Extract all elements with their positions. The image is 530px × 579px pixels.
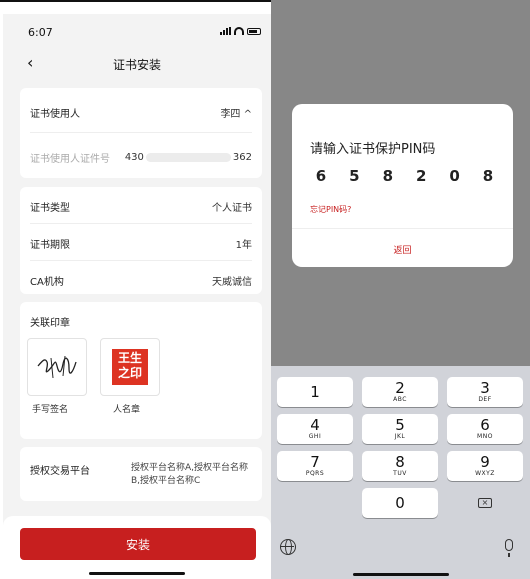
auth-value: 授权平台名称A,授权平台名称B,授权平台名称C bbox=[131, 463, 249, 486]
key-5[interactable]: 5 JKL bbox=[362, 414, 438, 444]
holder-id-prefix: 430 bbox=[124, 152, 144, 163]
footer-bar: 安装 bbox=[3, 516, 271, 579]
pin-digit: 8 bbox=[382, 167, 393, 185]
key-2[interactable]: 2 ABC bbox=[362, 377, 438, 407]
key-letters: ABC bbox=[393, 395, 407, 403]
install-button[interactable]: 安装 bbox=[20, 528, 256, 560]
detail-row: 证书期限 1年 bbox=[30, 236, 252, 251]
details-card: 证书类型 个人证书 证书期限 1年 CA机构 天威诚信 bbox=[20, 187, 262, 294]
pin-field[interactable]: 6 5 8 2 0 8 bbox=[312, 167, 497, 185]
key-digit: 3 bbox=[480, 378, 490, 397]
key-digit: 2 bbox=[395, 378, 405, 397]
seals-title: 关联印章 bbox=[30, 318, 70, 329]
divider bbox=[292, 228, 513, 229]
detail-row: 证书类型 个人证书 bbox=[30, 199, 252, 214]
key-letters: PQRS bbox=[305, 469, 325, 477]
status-bar: 6:07 bbox=[3, 14, 271, 44]
globe-icon[interactable] bbox=[280, 539, 296, 555]
auth-label: 授权交易平台 bbox=[30, 466, 90, 477]
holder-value: 李四 ^ bbox=[220, 109, 252, 120]
stamp-image: 王生 之印 bbox=[112, 349, 148, 385]
name-seal[interactable]: 王生 之印 bbox=[100, 338, 160, 396]
nav-bar: ‹ 证书安装 bbox=[3, 48, 271, 78]
key-4[interactable]: 4 GHI bbox=[277, 414, 353, 444]
handwritten-caption: 手写签名 bbox=[32, 405, 69, 415]
pin-dialog-title: 请输入证书保护PIN码 bbox=[310, 142, 436, 157]
divider bbox=[30, 132, 252, 133]
key-letters: MNO bbox=[477, 432, 493, 440]
divider bbox=[30, 223, 252, 224]
key-digit: 9 bbox=[480, 452, 490, 471]
detail-value: 1年 bbox=[235, 240, 252, 251]
battery-icon bbox=[247, 27, 261, 35]
key-digit: 6 bbox=[480, 415, 490, 434]
auth-card: 授权交易平台 授权平台名称A,授权平台名称B,授权平台名称C bbox=[20, 447, 262, 501]
return-button[interactable]: 返回 bbox=[292, 243, 513, 256]
holder-id-row: 证书使用人证件号 430 362 bbox=[30, 150, 252, 165]
id-mask bbox=[145, 153, 231, 162]
pin-digit: 5 bbox=[349, 167, 360, 185]
home-indicator bbox=[353, 573, 449, 576]
page-title: 证书安装 bbox=[112, 58, 161, 72]
key-digit: 0 bbox=[395, 493, 405, 512]
key-1[interactable]: 1 bbox=[277, 377, 353, 407]
status-icons bbox=[220, 27, 261, 35]
seals-title-row: 关联印章 bbox=[30, 314, 252, 329]
pin-digit: 8 bbox=[482, 167, 494, 185]
wifi-icon bbox=[234, 27, 244, 35]
key-7[interactable]: 7 PQRS bbox=[277, 451, 353, 481]
detail-value: 天威诚信 bbox=[212, 277, 252, 288]
key-6[interactable]: 6 MNO bbox=[447, 414, 523, 444]
backspace-key[interactable]: × bbox=[447, 488, 523, 518]
key-digit: 1 bbox=[310, 382, 320, 401]
numeric-keypad: 1 2 ABC 3 DEF 4 GHI 5 JKL 6 MNO 7 PQRS 8 TUV 9W… bbox=[271, 366, 530, 579]
pin-dialog: 请输入证书保护PIN码 6 5 8 2 0 8 忘记PIN码? 返回 bbox=[292, 104, 513, 267]
stamp-line: 王生 bbox=[117, 351, 142, 365]
detail-label: 证书期限 bbox=[30, 240, 70, 251]
status-time: 6:07 bbox=[28, 26, 53, 39]
key-letters: GHI bbox=[308, 432, 322, 440]
pin-digit: 0 bbox=[449, 167, 460, 185]
holder-row[interactable]: 证书使用人 李四 ^ bbox=[30, 105, 252, 120]
pin-digit: 2 bbox=[415, 167, 427, 185]
holder-label: 证书使用人 bbox=[30, 109, 80, 120]
pin-entry-screen: 请输入证书保护PIN码 6 5 8 2 0 8 忘记PIN码? 返回 1 2 AB… bbox=[271, 0, 530, 579]
signal-icon bbox=[220, 27, 231, 35]
holder-id-suffix: 362 bbox=[232, 152, 252, 163]
key-letters: JKL bbox=[394, 432, 406, 440]
signature-image bbox=[37, 355, 77, 379]
handwritten-signature[interactable] bbox=[27, 338, 87, 396]
pin-digit: 6 bbox=[315, 167, 327, 185]
holder-id-label: 证书使用人证件号 bbox=[30, 154, 110, 165]
key-letters: DEF bbox=[478, 395, 492, 403]
stamp-line: 之印 bbox=[117, 366, 142, 380]
home-indicator bbox=[89, 572, 185, 575]
key-0[interactable]: 0 bbox=[362, 488, 438, 518]
divider bbox=[30, 260, 252, 261]
key-8[interactable]: 8 TUV bbox=[362, 451, 438, 481]
key-letters: WXYZ bbox=[475, 469, 495, 477]
key-3[interactable]: 3 DEF bbox=[447, 377, 523, 407]
key-digit: 5 bbox=[395, 415, 405, 434]
detail-row: CA机构 天威诚信 bbox=[30, 273, 252, 288]
seals-card: 关联印章 王生 之印 手写签名 人名章 bbox=[20, 302, 262, 439]
key-letters: TUV bbox=[393, 469, 407, 477]
microphone-icon[interactable] bbox=[505, 539, 513, 557]
name-seal-caption: 人名章 bbox=[113, 405, 141, 415]
forgot-pin-link[interactable]: 忘记PIN码? bbox=[310, 204, 351, 215]
holder-card: 证书使用人 李四 ^ 证书使用人证件号 430 362 bbox=[20, 88, 262, 178]
certificate-install-screen: 6:07 ‹ 证书安装 证书使用人 李四 ^ 证书使用人证件号 430 362 … bbox=[3, 14, 271, 579]
delete-left-icon: × bbox=[478, 498, 492, 508]
detail-label: CA机构 bbox=[30, 277, 64, 288]
key-digit: 8 bbox=[395, 452, 405, 471]
detail-value: 个人证书 bbox=[212, 203, 252, 214]
key-digit: 4 bbox=[310, 415, 320, 434]
key-digit: 7 bbox=[310, 452, 320, 471]
key-9[interactable]: 9 WXYZ bbox=[447, 451, 523, 481]
detail-label: 证书类型 bbox=[30, 203, 70, 214]
